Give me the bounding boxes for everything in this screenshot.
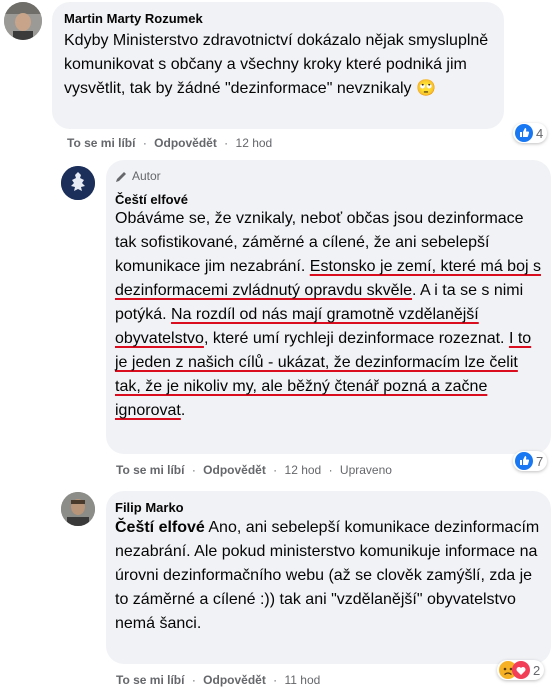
separator: ·	[142, 136, 147, 150]
comment-text: Čeští elfové Ano, ani sebelepší komunika…	[115, 516, 540, 636]
like-icon	[515, 452, 533, 470]
edited-label[interactable]: Upraveno	[340, 463, 392, 477]
reaction-summary[interactable]: 2	[497, 660, 545, 680]
comment-bubble: Autor Čeští elfové Obáváme se, že vznika…	[106, 160, 551, 454]
mention-link[interactable]: Čeští elfové	[115, 519, 205, 536]
timestamp[interactable]: 12 hod	[285, 463, 322, 477]
reaction-count: 2	[533, 662, 541, 678]
page-avatar[interactable]	[61, 166, 95, 200]
comment-actions: To se mi líbí · Odpovědět · 12 hod · Upr…	[116, 463, 392, 477]
separator: ·	[224, 136, 229, 150]
reaction-summary[interactable]: 4	[513, 123, 548, 143]
separator: ·	[191, 673, 196, 687]
comment-text: Obáváme se, že vznikaly, neboť občas jso…	[115, 207, 545, 423]
eye-roll-emoji: 🙄	[415, 80, 436, 97]
author-badge: Autor	[115, 169, 161, 183]
pencil-icon	[116, 171, 126, 182]
avatar[interactable]	[4, 2, 42, 40]
reaction-count: 4	[536, 125, 544, 141]
reply-link[interactable]: Odpovědět	[203, 463, 266, 477]
comment-author[interactable]: Čeští elfové	[115, 191, 188, 208]
timestamp[interactable]: 12 hod	[236, 136, 273, 150]
reaction-summary[interactable]: 7	[513, 451, 548, 471]
comment-author[interactable]: Filip Marko	[115, 499, 184, 516]
separator: ·	[273, 463, 278, 477]
like-link[interactable]: To se mi líbí	[116, 463, 184, 477]
author-badge-label: Autor	[132, 169, 161, 183]
like-link[interactable]: To se mi líbí	[116, 673, 184, 687]
comment-text-segment: , které umí rychleji dezinformace rozezn…	[203, 330, 509, 347]
comment-bubble: Martin Marty Rozumek Kdyby Ministerstvo …	[52, 2, 504, 129]
comment-actions: To se mi líbí · Odpovědět · 12 hod	[67, 136, 272, 150]
comment-actions: To se mi líbí · Odpovědět · 11 hod	[116, 673, 320, 687]
avatar-photo	[61, 492, 95, 526]
reaction-count: 7	[536, 453, 544, 469]
like-icon	[515, 124, 533, 142]
reply-link[interactable]: Odpovědět	[154, 136, 217, 150]
separator: ·	[273, 673, 278, 687]
avatar[interactable]	[61, 492, 95, 526]
comment-bubble: Filip Marko Čeští elfové Ano, ani sebele…	[106, 491, 551, 664]
comment-text: Kdyby Ministerstvo zdravotnictví dokázal…	[64, 29, 494, 101]
timestamp[interactable]: 11 hod	[285, 673, 321, 687]
avatar-photo	[4, 2, 42, 40]
separator: ·	[191, 463, 196, 477]
heart-icon	[512, 661, 530, 679]
comment-author[interactable]: Martin Marty Rozumek	[64, 10, 203, 27]
comment-text-segment: .	[180, 402, 186, 419]
separator: ·	[328, 463, 333, 477]
like-link[interactable]: To se mi líbí	[67, 136, 135, 150]
reply-link[interactable]: Odpovědět	[203, 673, 266, 687]
lion-emblem-icon	[61, 166, 95, 200]
